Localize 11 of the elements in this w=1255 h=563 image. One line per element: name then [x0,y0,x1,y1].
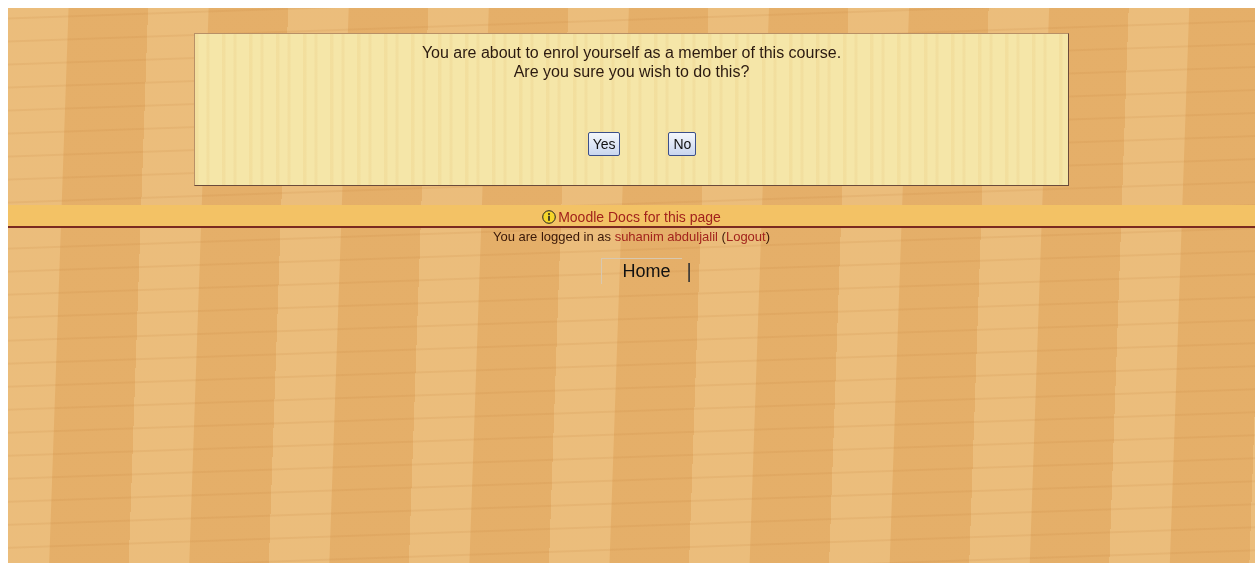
message-text: You are about to enrol yourself as a member of this course. [421,43,842,62]
user-link[interactable]: suhanim abduljalil [614,229,718,244]
login-text: You are logged in as suhanim abduljalil (Logout) [492,229,771,244]
docs-link[interactable]: Moodle Docs for this page [542,209,721,225]
yes-button[interactable]: Yes [587,132,621,156]
home-link[interactable]: Home [601,258,683,284]
info-icon [542,210,557,224]
no-button[interactable]: No [668,132,697,156]
message-text: Are you sure you wish to do this? [512,62,751,81]
separator: | [686,259,692,283]
logout-link[interactable]: Logout [725,229,766,244]
